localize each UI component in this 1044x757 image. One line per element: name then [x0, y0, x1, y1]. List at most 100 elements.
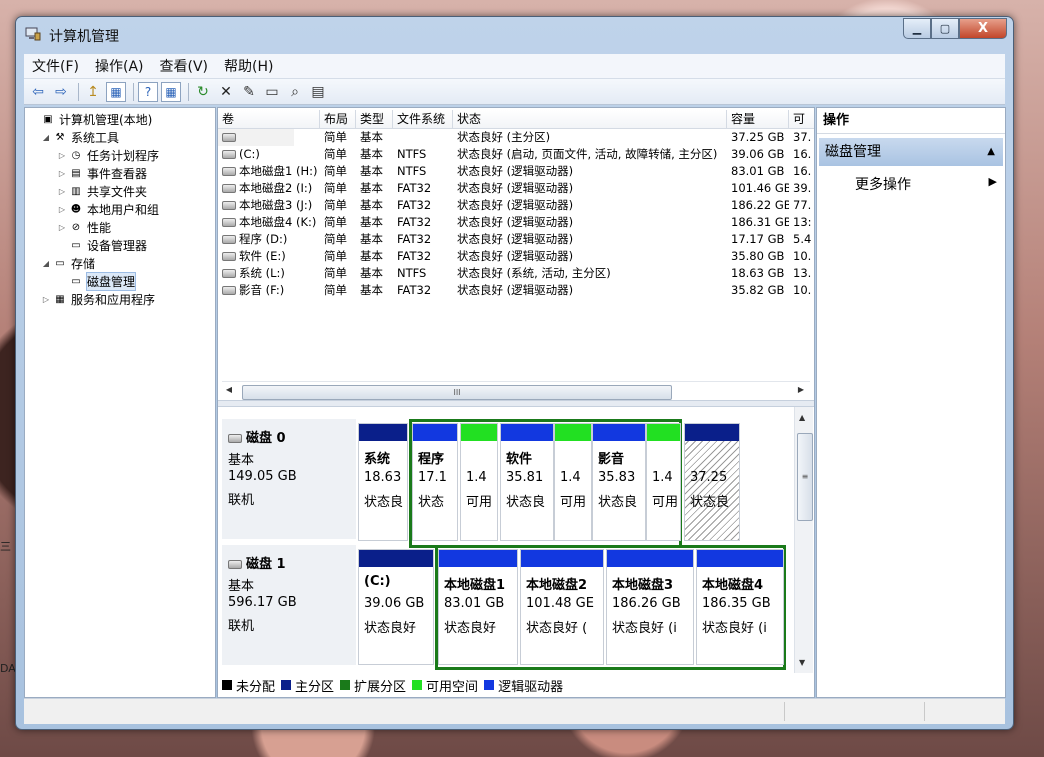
- volume-row[interactable]: 本地磁盘3 (J:) 简单 基本 FAT32 状态良好 (逻辑驱动器) 186.22 GB…: [218, 197, 814, 214]
- volume-list-hscrollbar[interactable]: ◀ III ▶: [222, 381, 810, 400]
- tree-node[interactable]: ▷ ⊘ 性能: [57, 218, 111, 236]
- partition-block[interactable]: 37.25 状态良: [684, 423, 740, 541]
- tree-node[interactable]: ▷ ▦ 服务和应用程序: [41, 290, 155, 308]
- scroll-left-icon[interactable]: ◀: [224, 385, 234, 397]
- partition-block[interactable]: 系统 18.63 状态良: [358, 423, 408, 541]
- title-bar[interactable]: 计算机管理 ▁ ▢ X: [16, 17, 1013, 51]
- tree-node[interactable]: ◢ ⚒ 系统工具: [41, 128, 119, 146]
- disk-info-1[interactable]: 磁盘 1 基本 596.17 GB 联机: [222, 545, 356, 665]
- volume-row[interactable]: (C:) 简单 基本 NTFS 状态良好 (启动, 页面文件, 活动, 故障转储, 主分…: [218, 146, 814, 163]
- volume-row[interactable]: 本地磁盘2 (I:) 简单 基本 FAT32 状态良好 (逻辑驱动器) 101.46 GB…: [218, 180, 814, 197]
- partition-status: 状态良好: [364, 621, 417, 636]
- volume-row[interactable]: 软件 (E:) 简单 基本 FAT32 状态良好 (逻辑驱动器) 35.80 GB 10.: [218, 248, 814, 265]
- expand-arrow-icon[interactable]: ▷: [57, 169, 67, 178]
- window-title: 计算机管理: [49, 29, 119, 45]
- legend-item: 可用空间: [412, 676, 478, 695]
- partition-block[interactable]: (C:) 39.06 GB 状态良好: [358, 549, 434, 665]
- menu-file[interactable]: 文件(F): [24, 56, 87, 76]
- close-icon: X: [977, 21, 989, 36]
- expand-arrow-icon[interactable]: ◢: [41, 259, 51, 268]
- open-folder-button[interactable]: ▭: [262, 82, 282, 102]
- menu-action[interactable]: 操作(A): [87, 56, 152, 76]
- column-header-status[interactable]: 状态: [453, 110, 727, 128]
- column-header-volume[interactable]: 卷: [218, 110, 320, 128]
- delete-button[interactable]: ✕: [216, 82, 236, 102]
- close-button[interactable]: X: [959, 18, 1007, 39]
- refresh-icon: ↻: [197, 83, 209, 100]
- partition-size: 186.35 GB: [702, 596, 771, 611]
- partition-block[interactable]: 本地磁盘2 101.48 GE 状态良好 (: [520, 549, 604, 665]
- column-header-filesystem[interactable]: 文件系统: [393, 110, 453, 128]
- back-button[interactable]: ⇦: [28, 82, 48, 102]
- partition-block[interactable]: 软件 35.81 状态良: [500, 423, 554, 541]
- expand-arrow-icon[interactable]: ▷: [57, 151, 67, 160]
- partition-block[interactable]: 程序 17.1 状态: [412, 423, 458, 541]
- legend-swatch: [340, 680, 351, 690]
- volume-row[interactable]: 程序 (D:) 简单 基本 FAT32 状态良好 (逻辑驱动器) 17.17 GB 5.4: [218, 231, 814, 248]
- pane-splitter[interactable]: [218, 400, 814, 407]
- minimize-button[interactable]: ▁: [903, 18, 931, 39]
- scroll-down-icon[interactable]: ▼: [799, 658, 805, 667]
- disk-info-0[interactable]: 磁盘 0 基本 149.05 GB 联机: [222, 419, 356, 539]
- properties-button[interactable]: ✎: [239, 82, 259, 102]
- more-actions-link[interactable]: 更多操作: [855, 174, 911, 194]
- actions-section-disk-management[interactable]: 磁盘管理 ▲: [819, 138, 1003, 166]
- menu-help[interactable]: 帮助(H): [216, 56, 281, 76]
- volume-row[interactable]: 影音 (F:) 简单 基本 FAT32 状态良好 (逻辑驱动器) 35.82 GB 10.: [218, 282, 814, 299]
- partition-block[interactable]: 1.4 可用: [646, 423, 681, 541]
- legend-item: 扩展分区: [340, 676, 406, 695]
- help-button[interactable]: ?: [138, 81, 158, 102]
- expand-arrow-icon[interactable]: ▷: [57, 187, 67, 196]
- partition-block[interactable]: 1.4 可用: [554, 423, 592, 541]
- task-scheduler-icon: ◷: [71, 149, 81, 161]
- expand-arrow-icon[interactable]: ◢: [41, 133, 51, 142]
- tree-node[interactable]: ▭ 磁盘管理: [57, 271, 137, 291]
- search-button[interactable]: ⌕: [285, 82, 305, 102]
- up-folder-button[interactable]: ↥: [83, 82, 103, 102]
- cell-volume: [218, 129, 294, 146]
- volume-row[interactable]: 简单 基本 状态良好 (主分区) 37.25 GB 37.: [218, 129, 814, 146]
- show-hide-tree-button[interactable]: ▦: [106, 81, 126, 102]
- partition-status: 状态良: [364, 495, 404, 510]
- column-header-layout[interactable]: 布局: [320, 110, 356, 128]
- tree-node[interactable]: ▷ ◷ 任务计划程序: [57, 146, 159, 164]
- tree-node[interactable]: ▷ ▥ 共享文件夹: [57, 182, 147, 200]
- partition-name: 本地磁盘3: [612, 578, 674, 593]
- tree-node[interactable]: ▷ ▤ 事件查看器: [57, 164, 147, 182]
- expand-arrow-icon[interactable]: ▷: [57, 205, 67, 214]
- cell-type: 基本: [360, 147, 383, 161]
- refresh-button[interactable]: ↻: [193, 82, 213, 102]
- actions-pane: 操作 磁盘管理 ▲ 更多操作 ▶: [816, 107, 1006, 698]
- partition-block[interactable]: 本地磁盘4 186.35 GB 状态良好 (i: [696, 549, 784, 665]
- show-hide-action-pane-button[interactable]: ▦: [161, 81, 181, 102]
- collapse-icon[interactable]: ▲: [987, 138, 995, 166]
- partition-block[interactable]: 1.4 可用: [460, 423, 498, 541]
- tree-node[interactable]: ▣ 计算机管理(本地): [29, 110, 152, 128]
- volume-row[interactable]: 本地磁盘1 (H:) 简单 基本 NTFS 状态良好 (逻辑驱动器) 83.01 GB 16…: [218, 163, 814, 180]
- column-header-free[interactable]: 可: [789, 110, 814, 128]
- scroll-right-icon[interactable]: ▶: [796, 385, 806, 397]
- maximize-button[interactable]: ▢: [931, 18, 959, 39]
- menu-view[interactable]: 查看(V): [152, 56, 217, 76]
- column-header-type[interactable]: 类型: [356, 110, 393, 128]
- disk-graph-vscrollbar[interactable]: ▲ ≡ ▼: [794, 407, 813, 673]
- volume-row[interactable]: 系统 (L:) 简单 基本 NTFS 状态良好 (系统, 活动, 主分区) 18.63 G…: [218, 265, 814, 282]
- forward-button[interactable]: ⇨: [51, 82, 71, 102]
- partition-color-band: [647, 424, 680, 441]
- hscroll-thumb[interactable]: III: [242, 385, 672, 400]
- scroll-up-icon[interactable]: ▲: [799, 413, 805, 422]
- tree-node[interactable]: ▭ 设备管理器: [57, 236, 147, 254]
- partition-block[interactable]: 影音 35.83 状态良: [592, 423, 646, 541]
- tree-node[interactable]: ▷ ☻ 本地用户和组: [57, 200, 159, 218]
- expand-arrow-icon[interactable]: ▷: [41, 295, 51, 304]
- tree-node[interactable]: ◢ ▭ 存储: [41, 254, 95, 272]
- column-header-capacity[interactable]: 容量: [727, 110, 789, 128]
- toolbar-separator: [133, 82, 134, 101]
- expand-arrow-icon[interactable]: ▷: [57, 223, 67, 232]
- volume-row[interactable]: 本地磁盘4 (K:) 简单 基本 FAT32 状态良好 (逻辑驱动器) 186.31 GB…: [218, 214, 814, 231]
- vscroll-thumb[interactable]: ≡: [797, 433, 813, 521]
- partition-block[interactable]: 本地磁盘1 83.01 GB 状态良好: [438, 549, 518, 665]
- legend-label: 未分配: [236, 679, 276, 695]
- export-button[interactable]: ▤: [308, 82, 328, 102]
- partition-block[interactable]: 本地磁盘3 186.26 GB 状态良好 (i: [606, 549, 694, 665]
